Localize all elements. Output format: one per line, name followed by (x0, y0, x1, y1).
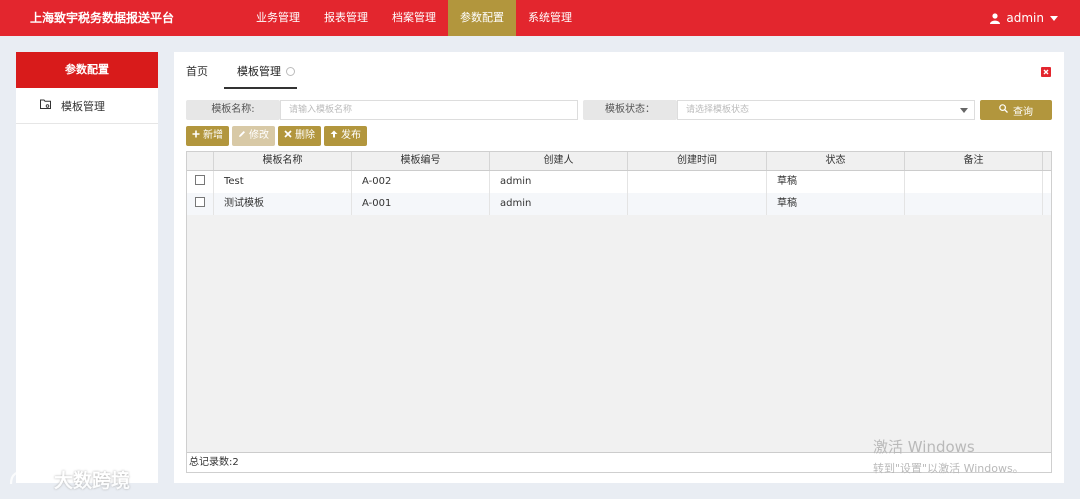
logo-watermark: 大数跨境 (8, 466, 130, 493)
table-cell: A-001 (352, 193, 490, 215)
sidebar-item-template-management[interactable]: 模板管理 (16, 88, 158, 124)
top-bar: 上海致宇税务数据报送平台 业务管理 报表管理 档案管理 参数配置 系统管理 ad… (0, 0, 1080, 36)
plus-icon (192, 126, 200, 146)
template-status-select[interactable]: 请选择模板状态 (677, 100, 975, 120)
row-checkbox[interactable] (195, 197, 205, 207)
edit-button-label: 修改 (249, 130, 269, 141)
sidebar: 参数配置 模板管理 (16, 52, 158, 483)
table-cell: Test (214, 171, 352, 193)
logo-text: 大数跨境 (54, 470, 131, 492)
select-column-header (187, 152, 214, 170)
table-cell: admin (490, 193, 628, 215)
table-row[interactable]: 测试模板 A-001 admin 草稿 (187, 193, 1051, 215)
row-checkbox-cell (187, 193, 214, 215)
table-cell (628, 193, 767, 215)
delete-button-label: 删除 (295, 130, 315, 141)
column-header[interactable]: 状态 (767, 152, 905, 170)
table-cell: A-002 (352, 171, 490, 193)
user-icon (990, 12, 1001, 24)
user-name: admin (1006, 11, 1044, 25)
column-header[interactable]: 模板编号 (352, 152, 490, 170)
tab-label: 模板管理 (237, 65, 281, 78)
table-cell: 草稿 (767, 193, 905, 215)
dropdown-caret-icon (960, 108, 968, 113)
column-header[interactable]: 模板名称 (214, 152, 352, 170)
template-status-label: 模板状态： (583, 100, 677, 120)
table-row[interactable]: Test A-002 admin 草稿 (187, 171, 1051, 193)
column-header[interactable]: 创建时间 (628, 152, 767, 170)
logo-icon (8, 466, 50, 493)
search-button-label: 查询 (1013, 106, 1033, 118)
arrow-up-icon (330, 126, 338, 146)
tab-home[interactable]: 首页 (186, 52, 208, 89)
search-icon (999, 104, 1008, 116)
close-icon[interactable] (1041, 67, 1051, 77)
table-cell: admin (490, 171, 628, 193)
pencil-icon (238, 126, 246, 146)
table-cell (628, 171, 767, 193)
add-button-label: 新增 (203, 130, 223, 141)
table-cell: 草稿 (767, 171, 905, 193)
windows-activation-watermark: 激活 Windows 转到"设置"以激活 Windows。 (873, 436, 1024, 476)
tab-template-management[interactable]: 模板管理 (224, 52, 297, 89)
top-nav: 业务管理 报表管理 档案管理 参数配置 系统管理 (244, 0, 584, 36)
nav-reports[interactable]: 报表管理 (312, 0, 380, 36)
column-header[interactable]: 创建人 (490, 152, 628, 170)
column-header[interactable]: 备注 (905, 152, 1043, 170)
add-button[interactable]: 新增 (186, 126, 229, 146)
row-checkbox-cell (187, 171, 214, 193)
template-status-placeholder: 请选择模板状态 (686, 105, 750, 115)
activation-title: 激活 Windows (873, 438, 975, 456)
template-name-input[interactable]: 请输入模板名称 (280, 100, 578, 120)
table-cell (905, 171, 1043, 193)
nav-business[interactable]: 业务管理 (244, 0, 312, 36)
table-header: 模板名称 模板编号 创建人 创建时间 状态 备注 (187, 152, 1051, 171)
publish-button[interactable]: 发布 (324, 126, 367, 146)
publish-button-label: 发布 (341, 130, 361, 141)
activation-hint: 转到"设置"以激活 Windows。 (873, 462, 1024, 475)
nav-params[interactable]: 参数配置 (448, 0, 516, 36)
nav-system[interactable]: 系统管理 (516, 0, 584, 36)
sidebar-item-label: 模板管理 (61, 99, 105, 113)
tab-close-icon[interactable] (286, 67, 295, 76)
search-button[interactable]: 查询 (980, 100, 1052, 120)
template-name-label: 模板名称: (186, 100, 280, 120)
template-table: 模板名称 模板编号 创建人 创建时间 状态 备注 Test A-002 admi… (186, 151, 1052, 473)
chevron-down-icon (1050, 15, 1058, 21)
delete-button[interactable]: 删除 (278, 126, 321, 146)
main-panel: 首页 模板管理 模板名称: 请输入模板名称 模板状态： 请选择模板状态 查询 新… (174, 52, 1064, 483)
times-icon (284, 126, 292, 146)
table-cell: 测试模板 (214, 193, 352, 215)
edit-button[interactable]: 修改 (232, 126, 275, 146)
table-cell (905, 193, 1043, 215)
row-checkbox[interactable] (195, 175, 205, 185)
app-title: 上海致宇税务数据报送平台 (30, 11, 175, 25)
tab-bar: 首页 模板管理 (174, 52, 1064, 89)
search-form: 模板名称: 请输入模板名称 模板状态： 请选择模板状态 查询 (186, 100, 1052, 120)
folder-icon (40, 99, 51, 112)
sidebar-title: 参数配置 (16, 52, 158, 88)
nav-archives[interactable]: 档案管理 (380, 0, 448, 36)
toolbar: 新增 修改 删除 发布 (186, 126, 367, 146)
user-menu[interactable]: admin (990, 0, 1058, 36)
